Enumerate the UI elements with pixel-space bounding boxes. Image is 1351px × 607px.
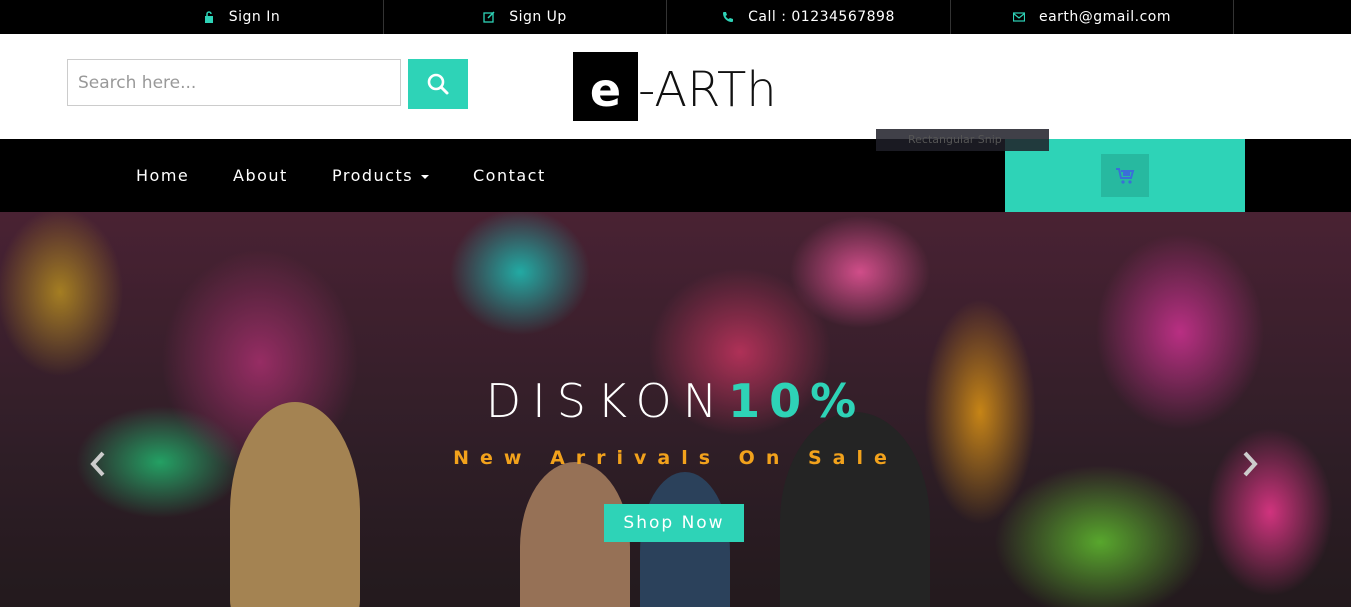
- email-link[interactable]: earth@gmail.com: [951, 0, 1234, 34]
- sign-up-label: Sign Up: [509, 9, 567, 25]
- chevron-left-icon: [89, 451, 107, 477]
- email-label: earth@gmail.com: [1038, 9, 1172, 25]
- snip-tooltip: Rectangular Snip: [876, 129, 1049, 151]
- search-button[interactable]: [408, 59, 468, 109]
- nav-item-about[interactable]: About: [233, 139, 288, 212]
- hero-title: DISKON10%: [0, 374, 1351, 428]
- top-bar: Sign In Sign Up Call : 01234567898 earth…: [0, 0, 1351, 34]
- main-nav: Home About Products Contact: [0, 139, 1351, 212]
- hero-title-highlight: 10%: [728, 374, 866, 428]
- chevron-right-icon: [1241, 451, 1259, 477]
- caret-down-icon: [421, 174, 430, 179]
- shop-now-button[interactable]: Shop Now: [604, 504, 744, 542]
- sign-in-link[interactable]: Sign In: [100, 0, 384, 34]
- cart-icon: [1115, 167, 1135, 185]
- envelope-icon: [1012, 11, 1025, 23]
- edit-icon: [483, 11, 495, 23]
- hero-title-main: DISKON: [485, 374, 729, 428]
- nav-item-products[interactable]: Products: [332, 139, 430, 212]
- carousel-next-button[interactable]: [1240, 450, 1260, 478]
- hero-carousel: DISKON10% New Arrivals On Sale Shop Now: [0, 212, 1351, 607]
- carousel-prev-button[interactable]: [88, 450, 108, 478]
- nav-item-products-label: Products: [332, 166, 414, 185]
- call-label: Call : 01234567898: [748, 9, 895, 25]
- sign-in-label: Sign In: [228, 9, 281, 25]
- cart-button[interactable]: [1101, 154, 1149, 197]
- logo[interactable]: e -ARTh: [573, 52, 777, 121]
- search-input[interactable]: [67, 59, 401, 106]
- hero-subtitle: New Arrivals On Sale: [453, 447, 898, 469]
- nav-item-home[interactable]: Home: [136, 139, 189, 212]
- logo-box: e: [573, 52, 638, 121]
- logo-text: -ARTh: [638, 61, 777, 118]
- sign-up-link[interactable]: Sign Up: [384, 0, 667, 34]
- call-info: Call : 01234567898: [667, 0, 951, 34]
- lock-icon: [203, 11, 215, 23]
- nav-item-contact[interactable]: Contact: [473, 139, 546, 212]
- header: e -ARTh: [0, 34, 1351, 139]
- phone-icon: [722, 11, 734, 23]
- search-icon: [426, 72, 450, 96]
